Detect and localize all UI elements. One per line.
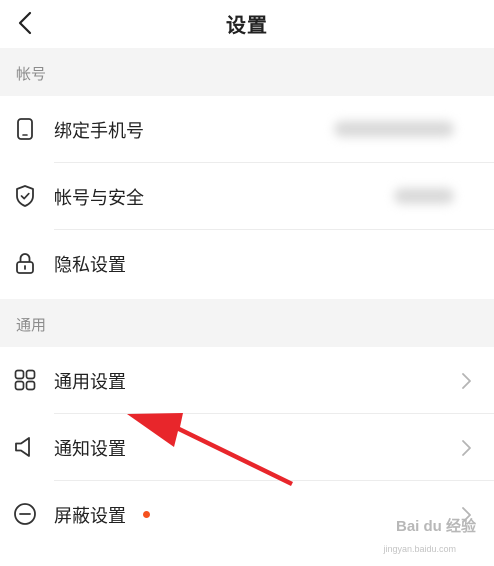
speaker-icon	[15, 437, 30, 457]
grid-icon	[14, 369, 36, 391]
row-privacy-settings[interactable]: 隐私设置	[0, 230, 494, 297]
phone-icon	[17, 118, 33, 140]
chevron-right-icon	[462, 373, 471, 389]
row-block-settings[interactable]: 屏蔽设置	[0, 481, 494, 548]
row-notification-settings[interactable]: 通知设置	[0, 414, 494, 481]
lock-icon	[16, 253, 34, 274]
red-dot-badge	[143, 511, 150, 518]
minus-circle-icon	[14, 503, 36, 525]
row-bind-phone[interactable]: 绑定手机号	[0, 96, 494, 163]
section-header-general: 通用	[0, 299, 494, 347]
section-header-account: 帐号	[0, 48, 494, 96]
page-title: 设置	[226, 13, 268, 37]
row-label: 屏蔽设置	[54, 506, 126, 527]
row-account-security[interactable]: 帐号与安全	[0, 163, 494, 230]
shield-check-icon	[16, 185, 34, 207]
top-bar: 设置	[0, 0, 494, 48]
row-label: 绑定手机号	[54, 121, 144, 142]
section-title: 帐号	[16, 65, 47, 83]
row-label: 隐私设置	[54, 255, 126, 276]
row-general-settings[interactable]: 通用设置	[0, 347, 494, 414]
chevron-right-icon	[462, 440, 471, 456]
chevron-right-icon	[462, 507, 471, 523]
row-label: 通知设置	[54, 439, 126, 460]
phone-value-blurred	[334, 121, 454, 137]
row-label: 帐号与安全	[54, 188, 144, 209]
section-title: 通用	[16, 316, 47, 334]
row-label: 通用设置	[54, 372, 126, 393]
security-value-blurred	[394, 188, 454, 204]
